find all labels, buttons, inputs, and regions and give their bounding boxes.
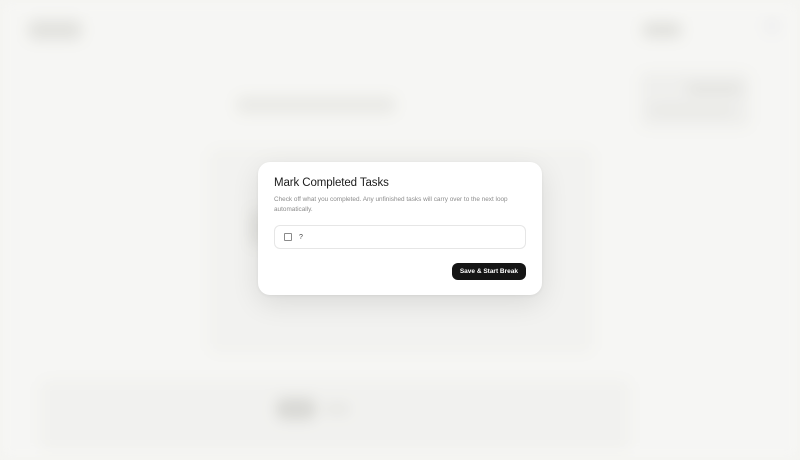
task-item[interactable]: ? <box>274 225 526 249</box>
dialog-actions: Save & Start Break <box>274 263 526 280</box>
dialog-title: Mark Completed Tasks <box>274 177 389 189</box>
task-checkbox[interactable] <box>284 233 292 241</box>
task-label: ? <box>299 233 303 241</box>
dialog-description: Check off what you completed. Any unfini… <box>274 196 508 213</box>
save-start-break-button[interactable]: Save & Start Break <box>451 263 526 280</box>
mark-completed-dialog: Mark Completed Tasks Check off what you … <box>258 162 542 295</box>
